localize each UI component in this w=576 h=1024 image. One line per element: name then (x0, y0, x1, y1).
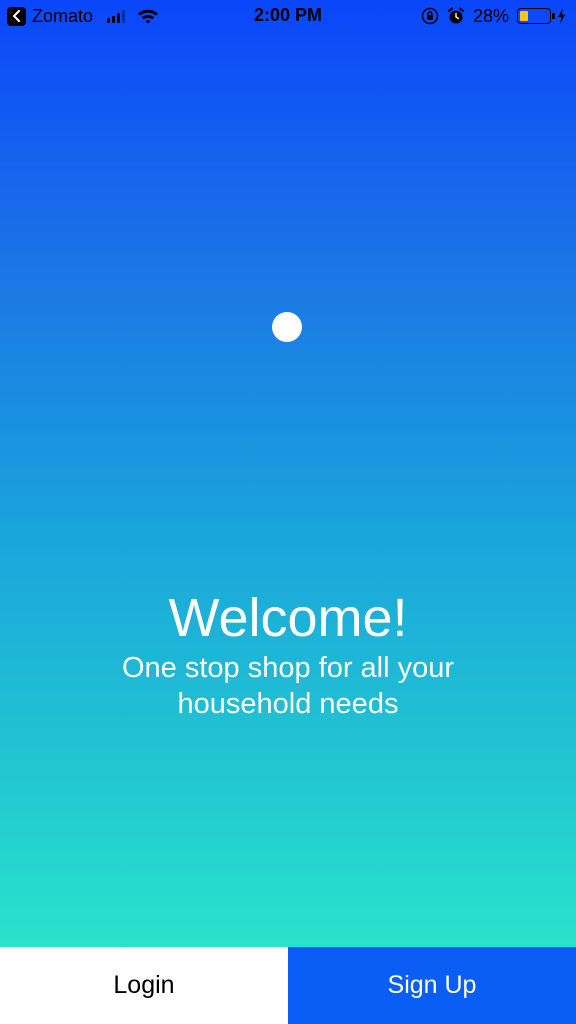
charging-bolt-icon (557, 8, 566, 24)
login-button[interactable]: Login (0, 947, 288, 1024)
loading-indicator-dot (272, 312, 302, 342)
status-bar: Zomato 2:00 PM 28% (0, 0, 576, 34)
welcome-screen: Zomato 2:00 PM 28% Welcome! One stop sho… (0, 0, 576, 1024)
signup-button[interactable]: Sign Up (288, 947, 576, 1024)
orientation-lock-icon (421, 7, 439, 25)
welcome-block: Welcome! One stop shop for all your hous… (0, 586, 576, 722)
battery-percent: 28% (472, 5, 509, 26)
battery-icon (517, 8, 555, 24)
alarm-icon (447, 7, 465, 25)
status-right: 28% (421, 5, 566, 27)
bottom-action-bar: Login Sign Up (0, 947, 576, 1024)
welcome-subtitle: One stop shop for all your household nee… (121, 652, 455, 720)
welcome-title: Welcome! (168, 588, 408, 648)
